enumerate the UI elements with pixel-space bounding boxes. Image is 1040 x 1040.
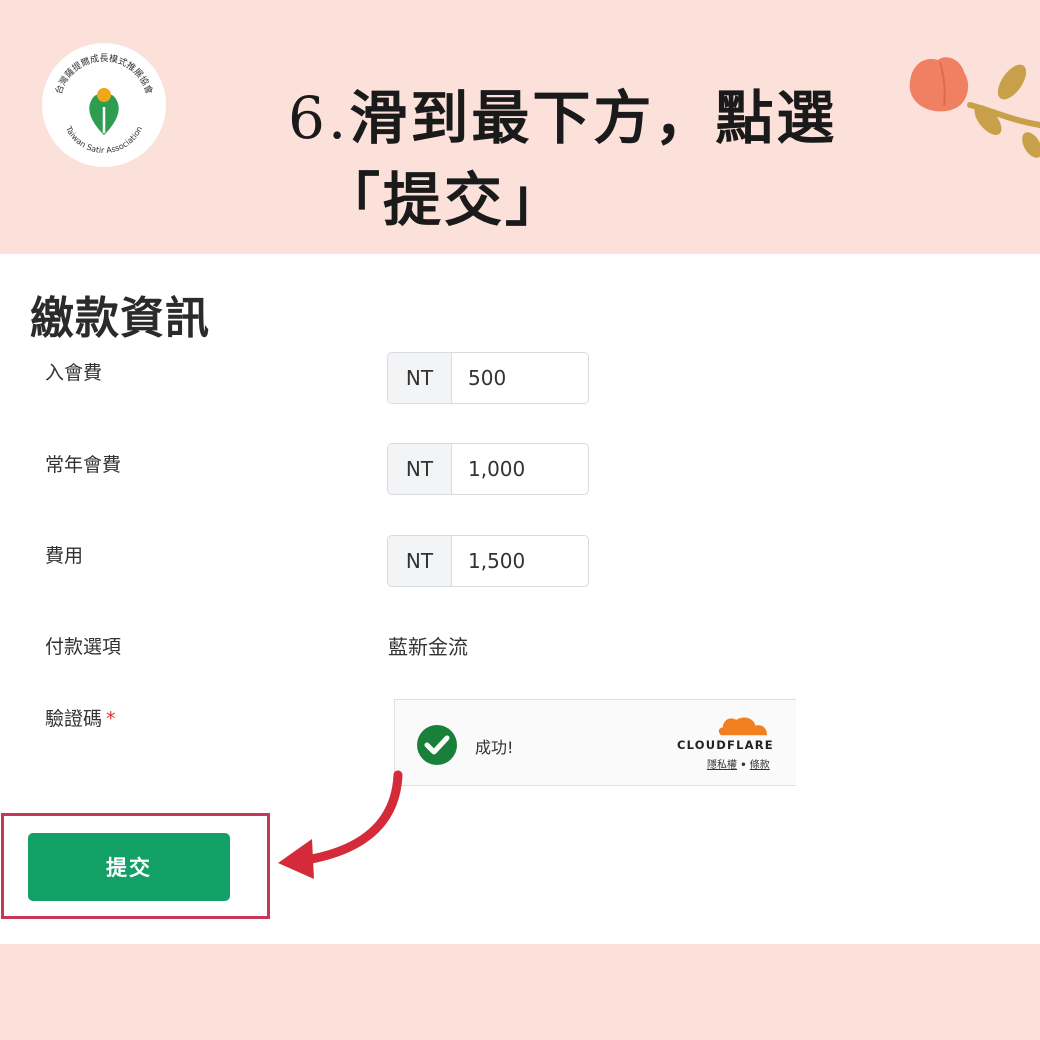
payment-option-label: 付款選項 [45, 636, 122, 658]
membership-fee-value[interactable]: 500 [452, 353, 588, 403]
pointer-arrow-icon [278, 770, 403, 879]
submit-button[interactable]: 提交 [28, 833, 230, 901]
currency-prefix: NT [388, 353, 452, 403]
captcha-status: 成功! [475, 738, 514, 757]
association-logo: 台灣薩提爾成長模式推展協會 Taiwan Satir Association [42, 43, 166, 167]
terms-link[interactable]: 條款 [750, 760, 770, 771]
instruction-title-line2: 「提交」 [322, 166, 567, 234]
total-fee-label: 費用 [45, 545, 84, 567]
logo-emblem-icon: 台灣薩提爾成長模式推展協會 Taiwan Satir Association [53, 52, 156, 155]
captcha-label: 驗證碼 * [45, 708, 116, 730]
currency-prefix: NT [388, 444, 452, 494]
tulip-decoration-icon [909, 57, 1040, 158]
total-fee-value[interactable]: 1,500 [452, 536, 588, 586]
membership-fee-label: 入會費 [45, 362, 103, 384]
membership-fee-field[interactable]: NT 500 [387, 352, 589, 404]
currency-prefix: NT [388, 536, 452, 586]
cloudflare-cloud-icon [718, 717, 767, 736]
instruction-banner: 台灣薩提爾成長模式推展協會 Taiwan Satir Association 6… [0, 0, 1040, 254]
annual-fee-field[interactable]: NT 1,000 [387, 443, 589, 495]
payment-option-value: 藍新金流 [388, 635, 468, 659]
annual-fee-value[interactable]: 1,000 [452, 444, 588, 494]
payment-form-panel: 繳款資訊 入會費 NT 500 常年會費 NT 1,000 費用 NT 1,50… [0, 254, 1040, 944]
instruction-title-line1: 6.滑到最下方，點選 [288, 84, 838, 152]
link-separator: • [740, 760, 747, 771]
section-title: 繳款資訊 [30, 293, 210, 344]
cloudflare-captcha-widget[interactable]: 成功! CLOUDFLARE 隱私權 • 條款 [394, 699, 796, 786]
total-fee-field[interactable]: NT 1,500 [387, 535, 589, 587]
success-check-icon [417, 725, 457, 765]
privacy-link[interactable]: 隱私權 [707, 760, 737, 771]
captcha-links: 隱私權 • 條款 [707, 756, 770, 771]
cloudflare-brand: CLOUDFLARE [677, 738, 774, 752]
required-mark: * [106, 708, 116, 730]
annual-fee-label: 常年會費 [45, 454, 122, 476]
